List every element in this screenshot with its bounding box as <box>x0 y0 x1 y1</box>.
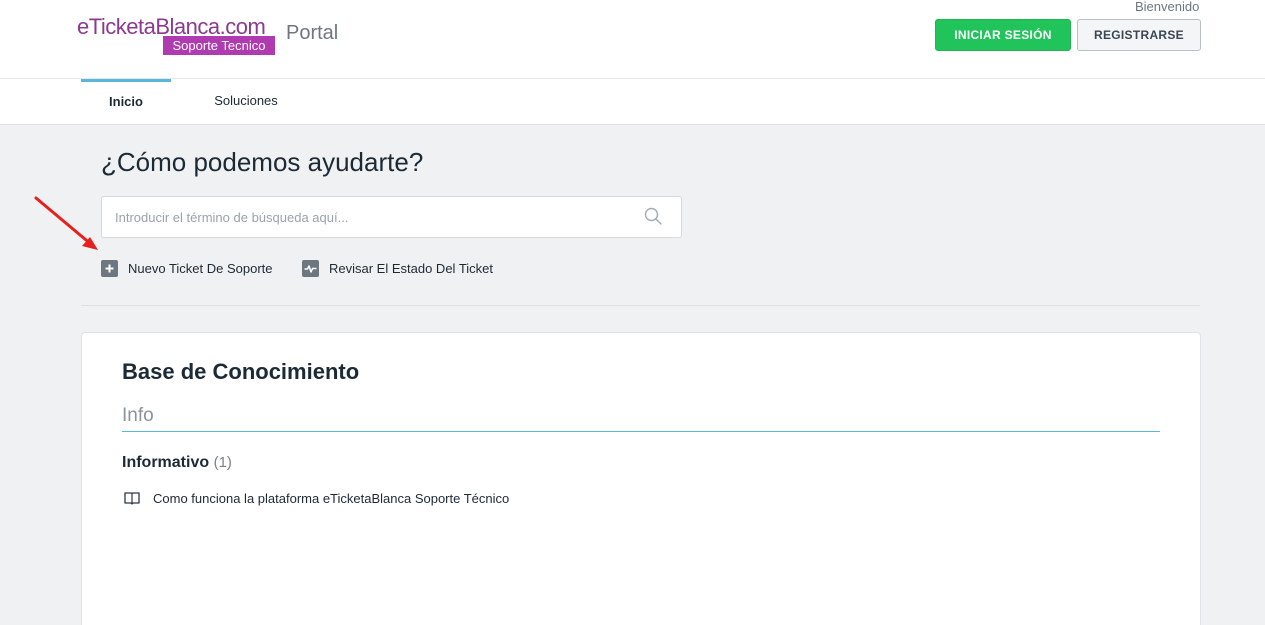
category-count: (1) <box>213 454 232 471</box>
kb-section-title[interactable]: Info <box>122 404 154 428</box>
article-title: Como funciona la plataforma eTicketaBlan… <box>153 490 510 506</box>
new-ticket-link[interactable]: Nuevo Ticket De Soporte <box>101 258 273 278</box>
tab-inicio[interactable]: Inicio <box>81 79 171 125</box>
new-ticket-label: Nuevo Ticket De Soporte <box>128 260 273 276</box>
search-input[interactable] <box>115 197 635 237</box>
category-name: Informativo <box>122 454 210 471</box>
activity-icon <box>302 259 319 277</box>
search-box <box>101 196 682 238</box>
check-ticket-status-link[interactable]: Revisar El Estado Del Ticket <box>302 258 493 278</box>
register-button[interactable]: REGISTRARSE <box>1077 19 1201 51</box>
category-title[interactable]: Informativo (1) <box>122 453 232 473</box>
logo[interactable]: eTicketaBlanca.com Soporte Tecnico <box>77 14 277 58</box>
annotation-arrow-icon <box>34 196 98 250</box>
tab-soluciones[interactable]: Soluciones <box>196 79 296 125</box>
article-link[interactable]: Como funciona la plataforma eTicketaBlan… <box>124 489 509 507</box>
knowledge-base-title: Base de Conocimiento <box>122 359 360 384</box>
knowledge-base-card: Base de Conocimiento Info Informativo (1… <box>81 332 1201 625</box>
plus-icon <box>101 259 118 277</box>
welcome-text: Bienvenido <box>1135 0 1200 14</box>
main-nav: Inicio Soluciones <box>0 79 1265 125</box>
check-ticket-status-label: Revisar El Estado Del Ticket <box>329 260 494 276</box>
section-divider <box>81 305 1200 306</box>
kb-section-underline <box>122 431 1160 432</box>
logo-sub-text: Soporte Tecnico <box>163 36 275 55</box>
page-title: ¿Cómo podemos ayudarte? <box>101 147 424 177</box>
portal-title: Portal <box>286 22 339 44</box>
login-button[interactable]: INICIAR SESIÓN <box>935 19 1071 51</box>
search-icon[interactable] <box>643 206 663 226</box>
book-icon <box>124 492 140 505</box>
header: eTicketaBlanca.com Soporte Tecnico Porta… <box>0 0 1265 79</box>
